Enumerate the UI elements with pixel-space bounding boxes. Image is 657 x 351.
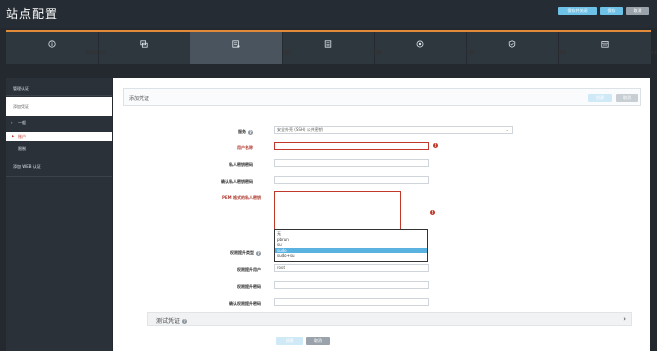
create-button-footer[interactable]: 创建 <box>276 337 303 345</box>
info-icon <box>48 40 56 48</box>
error-icon: ! <box>433 143 438 148</box>
service-label-text: 服务 <box>238 129 246 134</box>
panel-title: 添加凭证 <box>129 96 150 102</box>
sidebar-item-general[interactable]: › 一般 <box>6 118 112 127</box>
config-tabs: 说明和安全 资产 认证 模板 引擎 警报 计划 <box>6 30 657 64</box>
username-input[interactable] <box>274 142 429 150</box>
tab-label: 计划 <box>650 50 657 55</box>
help-icon[interactable]: ? <box>256 250 261 256</box>
expand-icon: › <box>11 120 13 125</box>
tab-label: 认证 <box>282 50 290 55</box>
sidebar-divider <box>6 176 112 177</box>
passphrase-label: 私人密钥密码 <box>229 162 253 167</box>
test-credential-section[interactable]: 测试凭证? › <box>147 312 632 326</box>
test-credential-title: 测试凭证? <box>156 316 188 325</box>
help-icon[interactable]: ? <box>182 319 188 324</box>
sidebar-item-account[interactable]: ▶ 账户 <box>6 132 112 141</box>
tab-schedule[interactable]: 计划 <box>558 32 657 64</box>
elevation-type-label-text: 权限提升类型 <box>230 250 254 255</box>
tab-general[interactable]: 说明和安全 <box>6 32 106 64</box>
elevation-type-dropdown[interactable]: 无 pbrun su sudo sudo+su <box>274 229 428 262</box>
page-title: 站点配置 <box>6 7 59 21</box>
sidebar: 管理认证 添加凭证 › 一般 ▶ 账户 限制 添加 WEB 认证 <box>6 78 112 351</box>
pem-key-label: PEM 格式的私人密钥 <box>221 195 261 200</box>
caret-right-icon: ▶ <box>12 134 15 138</box>
test-credential-label: 测试凭证 <box>156 318 181 325</box>
cancel-button[interactable]: 取消 <box>616 94 638 102</box>
assets-icon <box>140 40 148 48</box>
elevation-user-input[interactable]: root <box>274 264 429 272</box>
alert-icon <box>508 40 516 48</box>
confirm-passphrase-label: 确认私人密钥密码 <box>221 179 253 184</box>
elevation-user-label: 权限提升用户 <box>237 267 261 272</box>
tab-assets[interactable]: 资产 <box>98 32 198 64</box>
tab-template[interactable]: 模板 <box>282 32 382 64</box>
chevron-down-icon: ⌄ <box>505 127 509 132</box>
error-icon: ! <box>430 210 435 215</box>
tab-label: 引擎 <box>466 50 474 55</box>
tab-label: 说明和安全 <box>86 50 106 55</box>
service-select-value: 安全外壳 (SSH) 公共密钥 <box>277 127 323 132</box>
tab-alerts[interactable]: 警报 <box>466 32 566 64</box>
tab-credentials[interactable]: 认证 <box>190 32 290 64</box>
confirm-elevation-password-label: 确认权限提升密码 <box>229 301 261 306</box>
cancel-button-footer[interactable]: 取消 <box>306 337 330 345</box>
help-icon[interactable]: ? <box>248 129 253 135</box>
panel-header: 添加凭证 创建 取消 <box>123 88 641 106</box>
sidebar-item-label: 账户 <box>18 134 26 139</box>
dropdown-option[interactable]: sudo+su <box>275 253 427 259</box>
engine-icon <box>416 40 424 48</box>
credentials-icon <box>232 40 240 48</box>
username-label: 用户名称 <box>237 145 253 150</box>
sidebar-item-add-credential[interactable]: 添加凭证 <box>6 97 112 116</box>
elevation-password-label: 权限提升密码 <box>237 284 261 289</box>
chevron-right-icon: › <box>623 315 626 323</box>
sidebar-item-manage-auth[interactable]: 管理认证 <box>6 84 112 94</box>
confirm-elevation-password-input[interactable] <box>274 298 429 306</box>
cancel-button[interactable]: 取消 <box>626 7 649 15</box>
template-icon <box>324 40 332 48</box>
service-select[interactable]: 安全外壳 (SSH) 公共密钥 ⌄ <box>274 126 513 134</box>
schedule-icon <box>600 41 609 48</box>
add-credential-panel: 添加凭证 创建 取消 服务? 安全外壳 (SSH) 公共密钥 ⌄ 用户名称 ! … <box>113 78 650 351</box>
pem-key-textarea[interactable] <box>274 191 401 231</box>
sidebar-item-label: 一般 <box>18 120 26 125</box>
service-label: 服务? <box>153 129 253 135</box>
top-bar: 站点配置 保存并关闭 保存 取消 <box>0 0 657 28</box>
elevation-password-input[interactable] <box>274 281 429 289</box>
tab-label: 警报 <box>558 50 566 55</box>
elevation-type-label: 权限提升类型? <box>161 250 261 256</box>
sidebar-divider <box>6 95 112 96</box>
save-button[interactable]: 保存 <box>600 7 623 15</box>
tab-engine[interactable]: 引擎 <box>374 32 474 64</box>
save-and-close-button[interactable]: 保存并关闭 <box>558 7 597 15</box>
passphrase-input[interactable] <box>274 159 429 167</box>
tab-label: 模板 <box>374 50 382 55</box>
tab-label: 资产 <box>98 50 198 56</box>
sidebar-item-restrictions[interactable]: 限制 <box>6 144 112 153</box>
confirm-passphrase-input[interactable] <box>274 176 429 184</box>
sidebar-item-add-web-auth[interactable]: 添加 WEB 认证 <box>6 162 112 172</box>
create-button[interactable]: 创建 <box>588 94 612 102</box>
